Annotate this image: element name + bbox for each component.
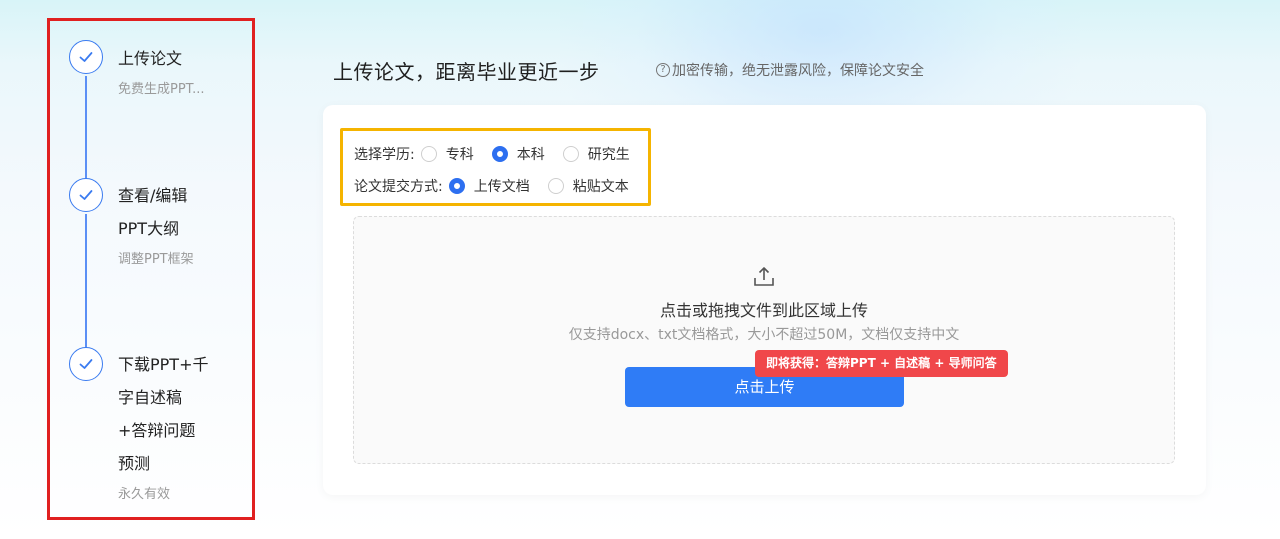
radio-graduate[interactable]: 研究生 xyxy=(562,144,630,164)
page-title: 上传论文，距离毕业更近一步 xyxy=(333,60,600,84)
options-box: 选择学历: 专科 本科 研究生 论文提交方式: 上传文档 粘贴文本 xyxy=(340,128,651,206)
question-icon: ? xyxy=(656,63,670,77)
radio-junior-college[interactable]: 专科 xyxy=(420,144,474,164)
radio-circle[interactable] xyxy=(562,146,579,162)
step-title-line: PPT大纲 xyxy=(118,219,180,238)
step-title-line: 字自述稿 xyxy=(118,388,183,407)
step-title: 上传论文 xyxy=(118,49,183,68)
upload-dropzone[interactable]: 点击或拖拽文件到此区域上传 仅支持docx、txt文档格式，大小不超过50M，文… xyxy=(353,216,1175,464)
education-label: 选择学历: xyxy=(354,147,415,163)
radio-circle[interactable] xyxy=(420,146,437,162)
step-subtitle: 调整PPT框架 xyxy=(118,252,194,267)
radio-bachelor[interactable]: 本科 xyxy=(491,144,545,164)
step-connector xyxy=(85,214,87,348)
radio-label: 研究生 xyxy=(587,147,630,163)
step-title-line: +答辩问题 xyxy=(118,421,196,440)
education-row: 选择学历: 专科 本科 研究生 xyxy=(354,144,648,164)
dropzone-hint: 仅支持docx、txt文档格式，大小不超过50M，文档仅支持中文 xyxy=(568,327,960,343)
check-icon xyxy=(69,40,103,74)
step-title-line: 下载PPT+千 xyxy=(118,355,209,374)
dropzone-title: 点击或拖拽文件到此区域上传 xyxy=(659,301,868,320)
upload-card: 选择学历: 专科 本科 研究生 论文提交方式: 上传文档 粘贴文本 点击或拖拽文… xyxy=(323,105,1206,495)
radio-circle[interactable] xyxy=(547,178,564,194)
step-title-line: 预测 xyxy=(118,454,151,473)
step-connector xyxy=(85,76,87,179)
radio-label: 上传文档 xyxy=(473,179,530,195)
radio-label: 粘贴文本 xyxy=(572,179,629,195)
check-icon xyxy=(69,178,103,212)
step-title-line: 查看/编辑 xyxy=(118,186,188,205)
check-icon xyxy=(69,347,103,381)
security-note-text: 加密传输，绝无泄露风险，保障论文安全 xyxy=(672,63,924,79)
radio-paste-text[interactable]: 粘贴文本 xyxy=(547,176,629,196)
radio-upload-document[interactable]: 上传文档 xyxy=(448,176,530,196)
upload-icon xyxy=(754,267,774,286)
step-subtitle: 免费生成PPT... xyxy=(118,82,205,97)
security-note: ? 加密传输，绝无泄露风险，保障论文安全 xyxy=(656,60,924,80)
step-subtitle: 永久有效 xyxy=(118,487,171,502)
submit-method-row: 论文提交方式: 上传文档 粘贴文本 xyxy=(354,176,647,196)
promo-badge: 即将获得：答辩PPT + 自述稿 + 导师问答 xyxy=(755,350,1008,377)
radio-circle-checked[interactable] xyxy=(491,146,508,162)
radio-label: 专科 xyxy=(445,147,474,163)
radio-circle-checked[interactable] xyxy=(448,178,465,194)
submit-method-label: 论文提交方式: xyxy=(354,179,443,195)
radio-label: 本科 xyxy=(516,147,545,163)
steps-panel: 上传论文 免费生成PPT... 查看/编辑 PPT大纲 调整PPT框架 下载PP… xyxy=(47,18,255,520)
